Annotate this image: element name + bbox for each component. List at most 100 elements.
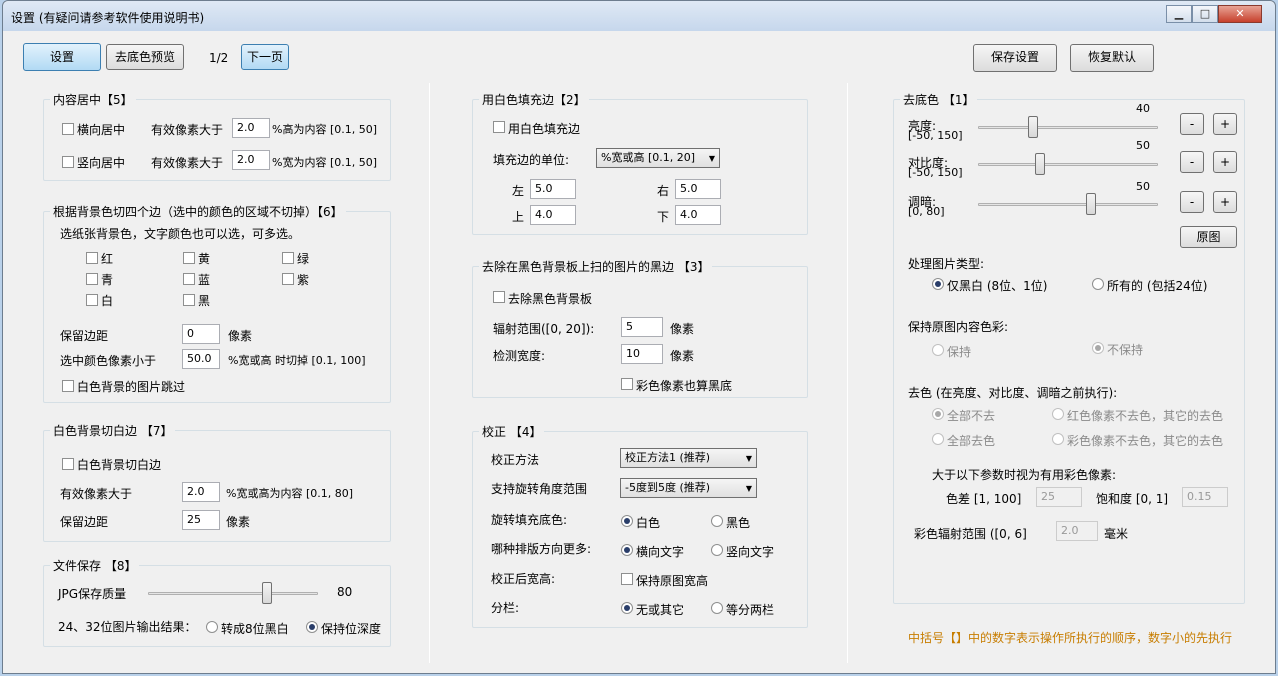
keep-size-label: 保持原图宽高 bbox=[636, 574, 709, 588]
columns-label: 分栏: bbox=[491, 601, 520, 615]
fill-white-radio[interactable] bbox=[621, 515, 633, 527]
col-two-label: 等分两栏 bbox=[726, 603, 775, 617]
fill-bottom-input[interactable]: 4.0 bbox=[675, 205, 721, 225]
col-two-radio[interactable] bbox=[711, 602, 723, 614]
darken-slider[interactable] bbox=[1086, 193, 1096, 215]
white-margin-unit: 像素 bbox=[226, 515, 251, 529]
white-margin-label: 保留边距 bbox=[60, 515, 109, 529]
maximize-icon[interactable]: □ bbox=[1192, 5, 1218, 23]
restore-defaults-button[interactable]: 恢复默认 bbox=[1070, 44, 1154, 72]
jpg-quality-slider[interactable] bbox=[262, 582, 272, 604]
col-none-radio[interactable] bbox=[621, 602, 633, 614]
white-eff-suffix: %宽或高为内容 [0.1, 80] bbox=[226, 487, 354, 500]
cut-margin-input[interactable]: 0 bbox=[182, 324, 220, 344]
darken-track[interactable] bbox=[978, 203, 1158, 206]
v-eff-input[interactable]: 2.0 bbox=[232, 150, 270, 170]
order-note: 中括号【】中的数字表示操作所执行的顺序，数字小的先执行 bbox=[908, 631, 1233, 645]
fill-white-group: 用白色填充边【2】 用白色填充边 填充边的单位: %宽或高 [0.1, 20] … bbox=[472, 91, 808, 235]
skip-white-checkbox[interactable] bbox=[62, 380, 74, 392]
darken-plus-button[interactable]: + bbox=[1213, 191, 1237, 213]
color-diff-label: 色差 [1, 100] bbox=[946, 492, 1022, 506]
detect-width-input[interactable]: 10 bbox=[621, 344, 663, 364]
darken-value: 50 bbox=[1136, 180, 1150, 193]
color-yellow-label: 黄 bbox=[198, 252, 211, 266]
dir-h-radio[interactable] bbox=[621, 544, 633, 556]
red-no-decolor-radio[interactable] bbox=[1052, 408, 1064, 420]
fill-black-radio[interactable] bbox=[711, 515, 723, 527]
color-yellow-checkbox[interactable] bbox=[183, 252, 195, 264]
brightness-range: [-50, 150] bbox=[908, 129, 963, 142]
brightness-slider[interactable] bbox=[1028, 116, 1038, 138]
fill-right-input[interactable]: 5.0 bbox=[675, 179, 721, 199]
brightness-plus-button[interactable]: + bbox=[1213, 113, 1237, 135]
black-edge-checkbox[interactable] bbox=[493, 291, 505, 303]
white-edge-checkbox[interactable] bbox=[62, 458, 74, 470]
fill-unit-select[interactable]: %宽或高 [0.1, 20] bbox=[596, 148, 720, 168]
contrast-plus-button[interactable]: + bbox=[1213, 151, 1237, 173]
type-all-radio[interactable] bbox=[1092, 278, 1104, 290]
fill-white-checkbox[interactable] bbox=[493, 121, 505, 133]
color-blue-checkbox[interactable] bbox=[183, 273, 195, 285]
fill-right-label: 右 bbox=[657, 184, 670, 198]
less-than-input[interactable]: 50.0 bbox=[182, 349, 220, 369]
contrast-slider[interactable] bbox=[1035, 153, 1045, 175]
color-black-checkbox[interactable] bbox=[183, 294, 195, 306]
h-center-checkbox[interactable] bbox=[62, 123, 74, 135]
contrast-track[interactable] bbox=[978, 163, 1158, 166]
title-bar: 设置 (有疑问请参考软件使用说明书) ▁ □ ✕ bbox=[3, 1, 1275, 31]
white-edge-title: 白色背景切白边 【7】 bbox=[50, 422, 176, 439]
darken-minus-button[interactable]: - bbox=[1180, 191, 1204, 213]
brightness-track[interactable] bbox=[978, 126, 1158, 129]
settings-button[interactable]: 设置 bbox=[23, 43, 101, 71]
less-than-suffix: %宽或高 时切掉 [0.1, 100] bbox=[228, 354, 366, 367]
save-settings-button[interactable]: 保存设置 bbox=[973, 44, 1057, 72]
white-edge-group: 白色背景切白边 【7】 白色背景切白边 有效像素大于 2.0 %宽或高为内容 [… bbox=[43, 422, 391, 542]
color-red-checkbox[interactable] bbox=[86, 252, 98, 264]
dir-v-radio[interactable] bbox=[711, 544, 723, 556]
no-keep-color-radio[interactable] bbox=[1092, 342, 1104, 354]
v-center-checkbox[interactable] bbox=[62, 156, 74, 168]
white-eff-input[interactable]: 2.0 bbox=[182, 482, 220, 502]
minimize-icon[interactable]: ▁ bbox=[1166, 5, 1192, 23]
preview-button[interactable]: 去底色预览 bbox=[106, 44, 184, 70]
color-cyan-checkbox[interactable] bbox=[86, 273, 98, 285]
all-no-decolor-radio[interactable] bbox=[932, 408, 944, 420]
radius-input[interactable]: 5 bbox=[621, 317, 663, 337]
fill-white-label: 用白色填充边 bbox=[508, 122, 581, 136]
close-icon[interactable]: ✕ bbox=[1218, 5, 1262, 23]
keep-color-label: 保持原图内容色彩: bbox=[908, 320, 1009, 334]
h-eff-input[interactable]: 2.0 bbox=[232, 118, 270, 138]
color-green-checkbox[interactable] bbox=[282, 252, 294, 264]
angle-select[interactable]: -5度到5度 (推荐) bbox=[620, 478, 757, 498]
jpg-quality-track[interactable] bbox=[148, 592, 318, 595]
color-diff-input[interactable]: 25 bbox=[1036, 487, 1082, 507]
bg-remove-title: 去底色 【1】 bbox=[900, 91, 978, 108]
fill-left-input[interactable]: 5.0 bbox=[530, 179, 576, 199]
contrast-range: [-50, 150] bbox=[908, 166, 963, 179]
radius-label: 辐射范围([0, 20]): bbox=[493, 322, 595, 336]
saturation-input[interactable]: 0.15 bbox=[1182, 487, 1228, 507]
all-decolor-radio[interactable] bbox=[932, 433, 944, 445]
white-margin-input[interactable]: 25 bbox=[182, 510, 220, 530]
window-title: 设置 (有疑问请参考软件使用说明书) bbox=[11, 11, 205, 25]
keep-color-radio[interactable] bbox=[932, 344, 944, 356]
fill-top-input[interactable]: 4.0 bbox=[530, 205, 576, 225]
dir-h-label: 横向文字 bbox=[636, 545, 685, 559]
type-bw-radio[interactable] bbox=[932, 278, 944, 290]
color-white-checkbox[interactable] bbox=[86, 294, 98, 306]
original-image-button[interactable]: 原图 bbox=[1180, 226, 1237, 248]
color-purple-checkbox[interactable] bbox=[282, 273, 294, 285]
method-select[interactable]: 校正方法1 (推荐) bbox=[620, 448, 757, 468]
color-radius-unit: 毫米 bbox=[1104, 527, 1129, 541]
keep-size-checkbox[interactable] bbox=[621, 573, 633, 585]
color-radius-input[interactable]: 2.0 bbox=[1056, 521, 1098, 541]
black-edge-group: 去除在黑色背景板上扫的图片的黑边 【3】 去除黑色背景板 辐射范围([0, 20… bbox=[472, 258, 808, 398]
h-eff-suffix: %高为内容 [0.1, 50] bbox=[272, 123, 378, 136]
contrast-minus-button[interactable]: - bbox=[1180, 151, 1204, 173]
brightness-minus-button[interactable]: - bbox=[1180, 113, 1204, 135]
next-page-button[interactable]: 下一页 bbox=[241, 44, 289, 70]
output-keep-radio[interactable] bbox=[306, 621, 318, 633]
color-as-black-checkbox[interactable] bbox=[621, 378, 633, 390]
output-8bit-radio[interactable] bbox=[206, 621, 218, 633]
color-no-decolor-radio[interactable] bbox=[1052, 433, 1064, 445]
